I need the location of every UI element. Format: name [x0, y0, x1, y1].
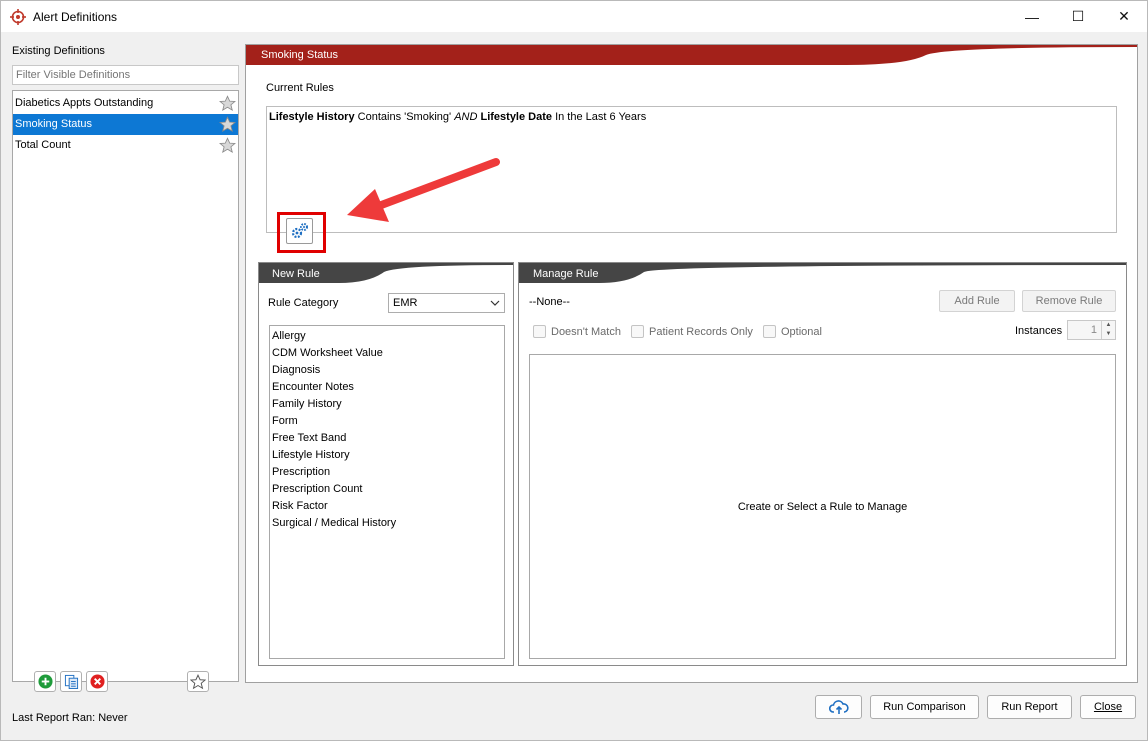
rule-operator-2: In the Last 6 Years	[552, 111, 647, 123]
new-rule-panel: New Rule Rule Category EMR Allergy CDM W…	[258, 262, 514, 666]
list-item[interactable]: Encounter Notes	[272, 381, 354, 393]
definitions-list: Diabetics Appts Outstanding Smoking Stat…	[12, 90, 239, 682]
list-item[interactable]: Free Text Band	[272, 432, 346, 444]
rule-summary[interactable]: Lifestyle History Contains 'Smoking' AND…	[269, 111, 646, 123]
instances-value: 1	[1090, 324, 1097, 336]
remove-rule-button[interactable]: Remove Rule	[1022, 290, 1116, 312]
minimize-icon: —	[1025, 8, 1039, 25]
empty-manage-message: Create or Select a Rule to Manage	[737, 501, 908, 513]
delete-definition-button[interactable]	[86, 671, 108, 692]
title-bar: Alert Definitions — ☐ ✕	[1, 1, 1147, 32]
star-icon[interactable]	[219, 137, 236, 154]
doesnt-match-checkbox[interactable]: Doesn't Match	[533, 325, 621, 338]
checkbox-box	[533, 325, 546, 338]
manage-rule-header: Manage Rule	[533, 268, 599, 280]
rule-category-value: EMR	[393, 297, 418, 309]
copy-definition-button[interactable]	[60, 671, 82, 692]
rule-category-list: Allergy CDM Worksheet Value Diagnosis En…	[269, 325, 505, 659]
definition-detail-panel: Smoking Status Current Rules Lifestyle H…	[245, 44, 1138, 683]
stepper-arrows-icon[interactable]: ▲ ▼	[1101, 321, 1115, 339]
list-item[interactable]: Prescription Count	[272, 483, 363, 495]
list-item[interactable]: Risk Factor	[272, 500, 328, 512]
existing-definitions-heading: Existing Definitions	[12, 45, 105, 57]
checkbox-box	[763, 325, 776, 338]
minimize-button[interactable]: —	[1009, 1, 1055, 32]
rule-operator-1: Contains 'Smoking'	[354, 111, 455, 123]
star-icon	[190, 673, 206, 689]
maximize-icon: ☐	[1071, 8, 1085, 24]
sub-tab-shape	[519, 263, 1126, 283]
patient-records-only-checkbox[interactable]: Patient Records Only	[631, 325, 753, 338]
gears-icon	[291, 223, 308, 239]
star-icon[interactable]	[219, 116, 236, 133]
plus-icon	[37, 674, 53, 689]
close-button[interactable]: Close	[1080, 695, 1136, 719]
alert-definitions-window: Alert Definitions — ☐ ✕ Existing Definit…	[0, 0, 1148, 741]
list-item[interactable]: Allergy	[272, 330, 306, 342]
manage-rule-panel: Manage Rule --None-- Add Rule Remove Rul…	[518, 262, 1127, 666]
maximize-button[interactable]: ☐	[1055, 1, 1101, 32]
close-icon: ✕	[1118, 8, 1130, 24]
checkbox-label: Patient Records Only	[649, 325, 753, 338]
list-item[interactable]: Lifestyle History	[272, 449, 350, 461]
run-report-label: Run Report	[1001, 701, 1058, 713]
window-title: Alert Definitions	[33, 10, 118, 24]
cloud-upload-icon	[828, 700, 849, 714]
target-icon	[10, 9, 26, 25]
list-item[interactable]: Diagnosis	[272, 364, 320, 376]
upload-button[interactable]	[815, 695, 862, 719]
rule-category-label: Rule Category	[268, 297, 339, 309]
close-label: Close	[1093, 701, 1123, 713]
list-item[interactable]: Form	[272, 415, 298, 427]
delete-icon	[89, 674, 105, 689]
annotation-arrow-icon	[347, 158, 500, 222]
definition-label: Total Count	[15, 139, 71, 151]
close-window-button[interactable]: ✕	[1101, 1, 1147, 32]
rule-conjunction: AND	[454, 111, 478, 123]
definition-label: Diabetics Appts Outstanding	[15, 97, 154, 109]
list-item[interactable]: Family History	[272, 398, 342, 410]
rule-field-1: Lifestyle History	[269, 111, 355, 123]
instances-label: Instances	[1015, 325, 1063, 337]
list-item[interactable]: Surgical / Medical History	[272, 517, 396, 529]
rule-settings-button[interactable]	[286, 218, 313, 244]
list-item[interactable]: CDM Worksheet Value	[272, 347, 383, 359]
selected-rule-label: --None--	[529, 296, 570, 308]
manage-rule-area: Create or Select a Rule to Manage	[529, 354, 1116, 659]
copy-icon	[64, 674, 78, 689]
favorite-filter-button[interactable]	[187, 671, 209, 692]
chevron-down-icon	[490, 300, 500, 306]
definition-item-smoking-status[interactable]: Smoking Status	[13, 114, 238, 135]
run-report-button[interactable]: Run Report	[987, 695, 1072, 719]
run-comparison-button[interactable]: Run Comparison	[870, 695, 979, 719]
checkbox-label: Optional	[781, 325, 822, 338]
definition-label: Smoking Status	[15, 118, 93, 130]
instances-stepper[interactable]: 1 ▲ ▼	[1067, 320, 1116, 340]
run-comparison-label: Run Comparison	[883, 701, 966, 713]
star-icon[interactable]	[219, 95, 236, 112]
last-report-status: Last Report Ran: Never	[12, 712, 128, 724]
checkbox-label: Doesn't Match	[551, 325, 621, 338]
remove-rule-label: Remove Rule	[1035, 295, 1103, 307]
add-rule-label: Add Rule	[954, 295, 1000, 307]
current-rules-label: Current Rules	[266, 82, 334, 94]
header-tab-shape	[246, 45, 1137, 65]
add-definition-button[interactable]	[34, 671, 56, 692]
optional-checkbox[interactable]: Optional	[763, 325, 822, 338]
list-item[interactable]: Prescription	[272, 466, 330, 478]
definition-item-total-count[interactable]: Total Count	[13, 135, 238, 156]
definition-header-title: Smoking Status	[261, 49, 339, 61]
new-rule-header: New Rule	[272, 268, 320, 280]
filter-definitions-input[interactable]	[12, 65, 239, 85]
rule-category-select[interactable]: EMR	[388, 293, 505, 313]
rule-field-2: Lifestyle Date	[477, 111, 553, 123]
add-rule-button[interactable]: Add Rule	[939, 290, 1015, 312]
checkbox-box	[631, 325, 644, 338]
definition-item-diabetics-appts[interactable]: Diabetics Appts Outstanding	[13, 93, 238, 114]
